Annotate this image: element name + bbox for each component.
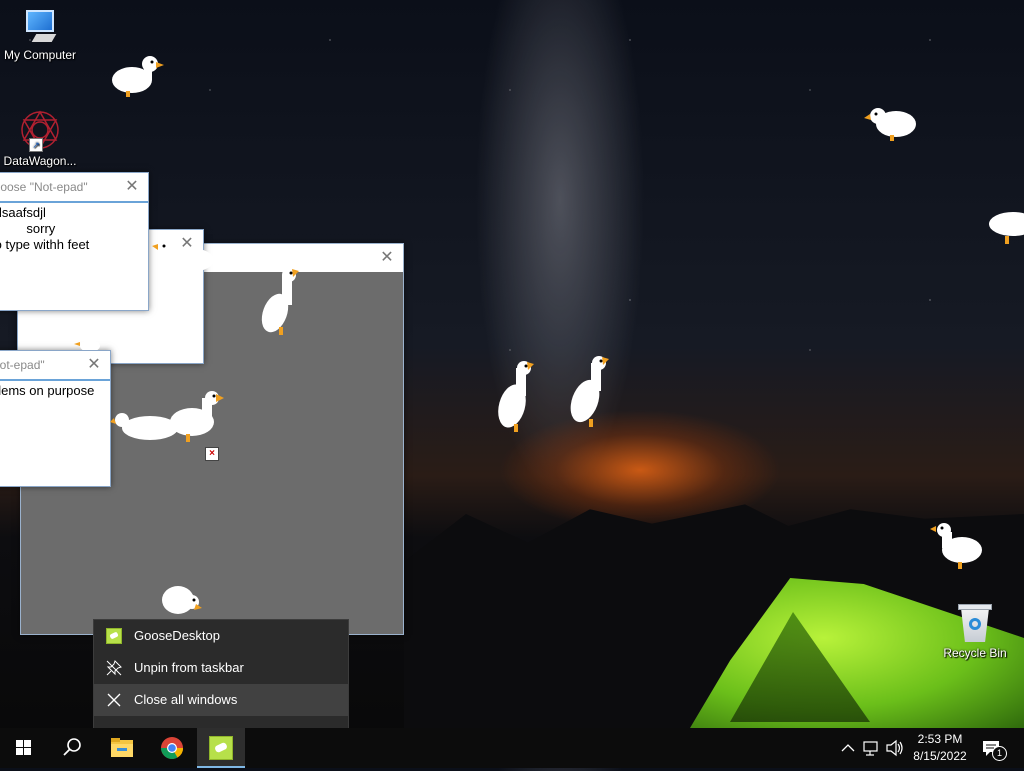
desktop-icon-datawagon[interactable]: ↗ DataWagon... xyxy=(0,108,80,168)
clock-time: 2:53 PM xyxy=(917,732,963,746)
computer-icon xyxy=(22,10,58,46)
goose-sprite xyxy=(864,108,916,141)
goose-sprite xyxy=(570,356,609,427)
desktop-icon-recycle-bin[interactable]: Recycle Bin xyxy=(935,602,1015,660)
shortcut-arrow-icon: ↗ xyxy=(29,138,43,152)
taskbar: 2:53 PM 8/15/2022 1 xyxy=(0,728,1024,768)
notification-count-badge: 1 xyxy=(992,746,1007,761)
datawagon-icon: ↗ xyxy=(17,108,63,152)
goose-sprite xyxy=(112,56,164,97)
goose-sprite xyxy=(498,361,534,432)
desktop-icon-label: Recycle Bin xyxy=(943,646,1007,660)
goose-sprite xyxy=(162,586,202,614)
close-icon xyxy=(107,693,121,707)
unpin-icon xyxy=(106,660,122,676)
menu-item-unpin-from-taskbar[interactable]: Unpin from taskbar xyxy=(94,652,348,684)
goose-notepad-window-top[interactable]: Goose "Not-epad" ✕ fdsaafsdjls sorryto t… xyxy=(0,172,149,311)
start-button[interactable] xyxy=(0,728,48,768)
goose-sprite xyxy=(152,241,214,272)
show-hidden-icons-chevron-icon[interactable] xyxy=(838,728,858,768)
system-clock[interactable]: 2:53 PM 8/15/2022 xyxy=(905,731,975,765)
desktop-icon-my-computer[interactable]: My Computer xyxy=(0,10,80,62)
recycle-bin-icon xyxy=(955,602,995,644)
file-explorer-button[interactable] xyxy=(98,728,146,768)
menu-item-goosedesktop[interactable]: GooseDesktop xyxy=(94,620,348,652)
menu-item-label: GooseDesktop xyxy=(134,628,220,643)
goose-pair-sprite xyxy=(110,391,224,442)
notepad-line: fdsaafsdjl xyxy=(0,205,46,220)
windows-logo-icon xyxy=(16,740,32,756)
close-button[interactable]: ✕ xyxy=(122,173,142,201)
notepad-line: to type withh feet xyxy=(0,237,90,252)
window-titlebar[interactable]: Goose "Not-epad" ✕ xyxy=(0,173,148,201)
goose-sprite xyxy=(989,212,1024,244)
search-button[interactable] xyxy=(48,728,96,768)
window-titlebar[interactable]: Not-epad" ✕ xyxy=(0,351,110,379)
notepad-line: blems on purpose xyxy=(0,383,95,398)
folder-icon xyxy=(111,738,133,757)
window-title: Not-epad" xyxy=(0,358,45,372)
desktop-icon-label: My Computer xyxy=(3,48,77,62)
chrome-button[interactable] xyxy=(148,728,196,768)
notepad-line: s sorry xyxy=(26,221,56,236)
chrome-icon xyxy=(161,737,183,759)
goose-head-sprite xyxy=(74,340,100,350)
taskbar-jump-list-menu: GooseDesktop Unpin from taskbar Close al… xyxy=(93,619,349,729)
network-icon[interactable] xyxy=(860,728,882,768)
window-title: Goose "Not-epad" xyxy=(0,180,88,194)
goose-sprite xyxy=(261,268,299,335)
goose-notepad-window-bottom[interactable]: Not-epad" ✕ blems on purpose xyxy=(0,350,111,487)
goose-app-icon xyxy=(106,628,122,644)
desktop-icon-label: DataWagon... xyxy=(3,154,77,168)
search-icon xyxy=(63,738,81,756)
notepad-text-area[interactable]: fdsaafsdjls sorryto type withh feet xyxy=(0,201,148,308)
menu-item-label: Unpin from taskbar xyxy=(134,660,244,675)
clock-date: 8/15/2022 xyxy=(913,749,967,763)
close-button[interactable]: ✕ xyxy=(377,244,397,272)
notepad-text-area[interactable]: blems on purpose xyxy=(0,379,110,484)
close-button[interactable]: ✕ xyxy=(84,351,104,379)
goose-sprite xyxy=(930,523,982,569)
volume-icon[interactable] xyxy=(883,728,905,768)
menu-item-label: Close all windows xyxy=(134,692,238,707)
goose-app-icon xyxy=(209,736,233,760)
menu-item-close-all-windows[interactable]: Close all windows xyxy=(94,684,348,716)
action-center-button[interactable]: 1 xyxy=(980,736,1007,761)
goose-desktop-taskbar-button[interactable] xyxy=(197,728,245,768)
